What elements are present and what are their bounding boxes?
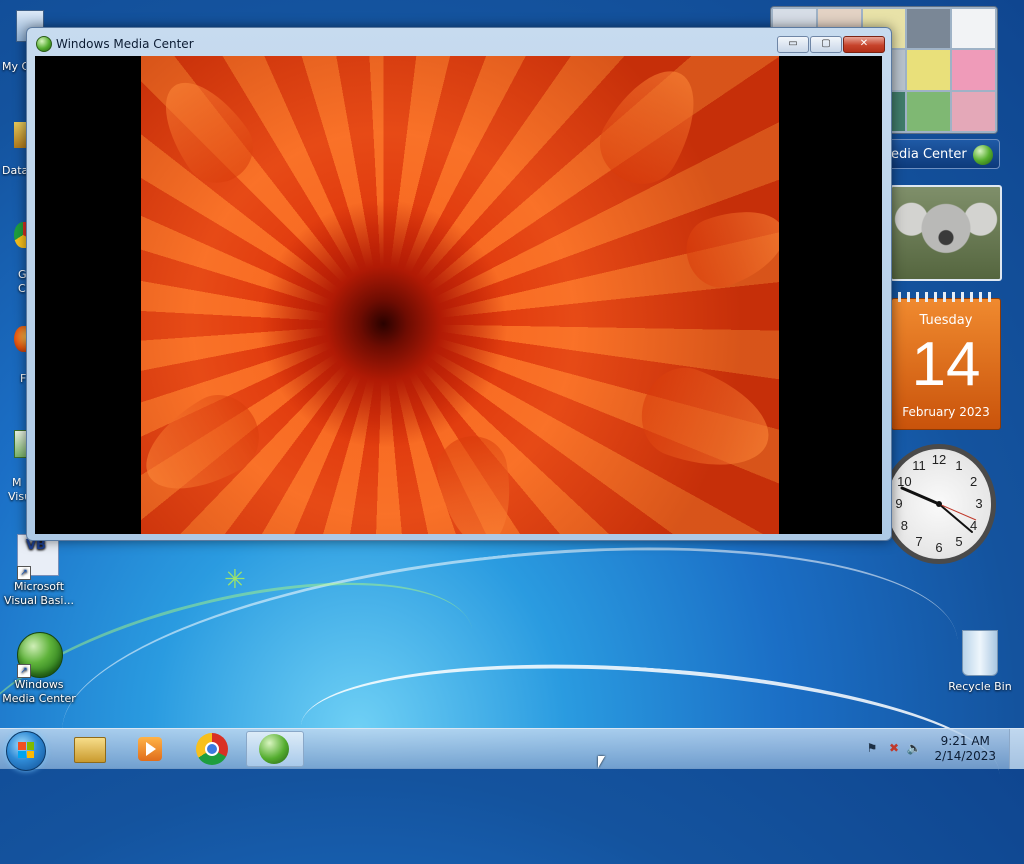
calendar-rings: [898, 292, 994, 302]
clock-numeral: 1: [955, 457, 963, 473]
start-button[interactable]: [6, 731, 46, 771]
recycle-bin-icon: [962, 630, 998, 676]
chrome-icon: [196, 733, 228, 765]
taskbar-time: 9:21 AM: [940, 734, 990, 748]
clock-numeral: 10: [897, 474, 912, 489]
taskbar: ⚑ ✖ 🔈 9:21 AM 2/14/2023: [0, 728, 1024, 771]
volume-icon[interactable]: 🔈: [906, 741, 922, 755]
clock-numeral: 12: [931, 452, 947, 467]
desktop-icon-label: C: [18, 282, 26, 295]
desktop-icon-label: Data: [2, 164, 29, 177]
media-player-icon: [138, 737, 162, 761]
calendar-date: 14: [911, 330, 981, 399]
windows-media-center-icon: ↗: [17, 632, 63, 678]
desktop-icon-visual-basic[interactable]: VB ↗ Microsoft Visual Basi...: [0, 534, 78, 608]
windows-media-center-window[interactable]: Windows Media Center ▭ ▢ ✕: [26, 27, 892, 541]
calendar-day: Tuesday: [919, 313, 973, 328]
minimize-button[interactable]: ▭: [777, 36, 809, 53]
maximize-button[interactable]: ▢: [810, 36, 842, 53]
windows-orb-icon: [973, 145, 993, 165]
taskbar-windows-media-player[interactable]: [122, 731, 180, 767]
clock-center: [936, 501, 942, 507]
clock-numeral: 6: [935, 540, 943, 555]
slideshow-gadget-koala-photo[interactable]: [890, 185, 1002, 281]
close-button[interactable]: ✕: [843, 36, 885, 53]
wallpaper-leaf: ✳: [224, 565, 246, 595]
media-center-gadget-label: edia Center: [891, 147, 967, 162]
clock-gadget[interactable]: 12 1 2 3 4 5 6 7 8 9 10 11: [880, 442, 1000, 568]
clock-numeral: 8: [900, 518, 908, 533]
desktop-icon-label: Media Center: [2, 692, 76, 705]
desktop-icon-label: Recycle Bin: [948, 680, 1012, 693]
media-center-gadget-bar[interactable]: edia Center: [886, 139, 1000, 169]
windows-logo-icon: [18, 742, 34, 758]
desktop-icon-label: Windows: [14, 678, 64, 691]
clock-numeral: 11: [912, 457, 926, 473]
network-disconnected-icon[interactable]: ✖: [886, 741, 902, 755]
calendar-gadget[interactable]: Tuesday 14 February 2023: [891, 292, 1001, 430]
calendar-month: February 2023: [902, 405, 990, 419]
taskbar-windows-media-center[interactable]: [246, 731, 304, 767]
window-title: Windows Media Center: [56, 37, 194, 51]
clock-numeral: 9: [895, 496, 903, 511]
clock-numeral: 7: [915, 534, 923, 550]
taskbar-date: 2/14/2023: [934, 749, 996, 763]
desktop-icon-label: Visual Basi...: [4, 594, 74, 607]
window-titlebar[interactable]: Windows Media Center ▭ ▢ ✕: [27, 28, 891, 56]
taskbar-windows-explorer[interactable]: [60, 731, 118, 767]
windows-media-center-icon: [259, 734, 289, 764]
desktop-icon-label: M: [12, 476, 22, 489]
desktop-icon-windows-media-center[interactable]: ↗ Windows Media Center: [0, 632, 78, 706]
taskbar-clock[interactable]: 9:21 AM 2/14/2023: [934, 734, 996, 764]
mouse-cursor: [598, 756, 605, 768]
notification-area: ⚑ ✖ 🔈 9:21 AM 2/14/2023: [854, 729, 1024, 769]
clock-numeral: 2: [970, 474, 978, 489]
taskbar-google-chrome[interactable]: [184, 731, 242, 767]
windows-media-center-icon: [36, 36, 52, 52]
clock-numeral: 4: [970, 518, 978, 533]
clock-numeral: 3: [975, 496, 983, 511]
media-viewport[interactable]: [35, 56, 882, 534]
action-center-icon[interactable]: ⚑: [864, 741, 880, 755]
flower-photo: [141, 56, 779, 534]
clock-numeral: 5: [955, 534, 963, 550]
desktop-icon-recycle-bin[interactable]: Recycle Bin: [940, 630, 1020, 693]
desktop-icon-label: Microsoft: [13, 580, 65, 593]
show-desktop-button[interactable]: [1009, 729, 1024, 769]
folder-icon: [74, 737, 106, 763]
